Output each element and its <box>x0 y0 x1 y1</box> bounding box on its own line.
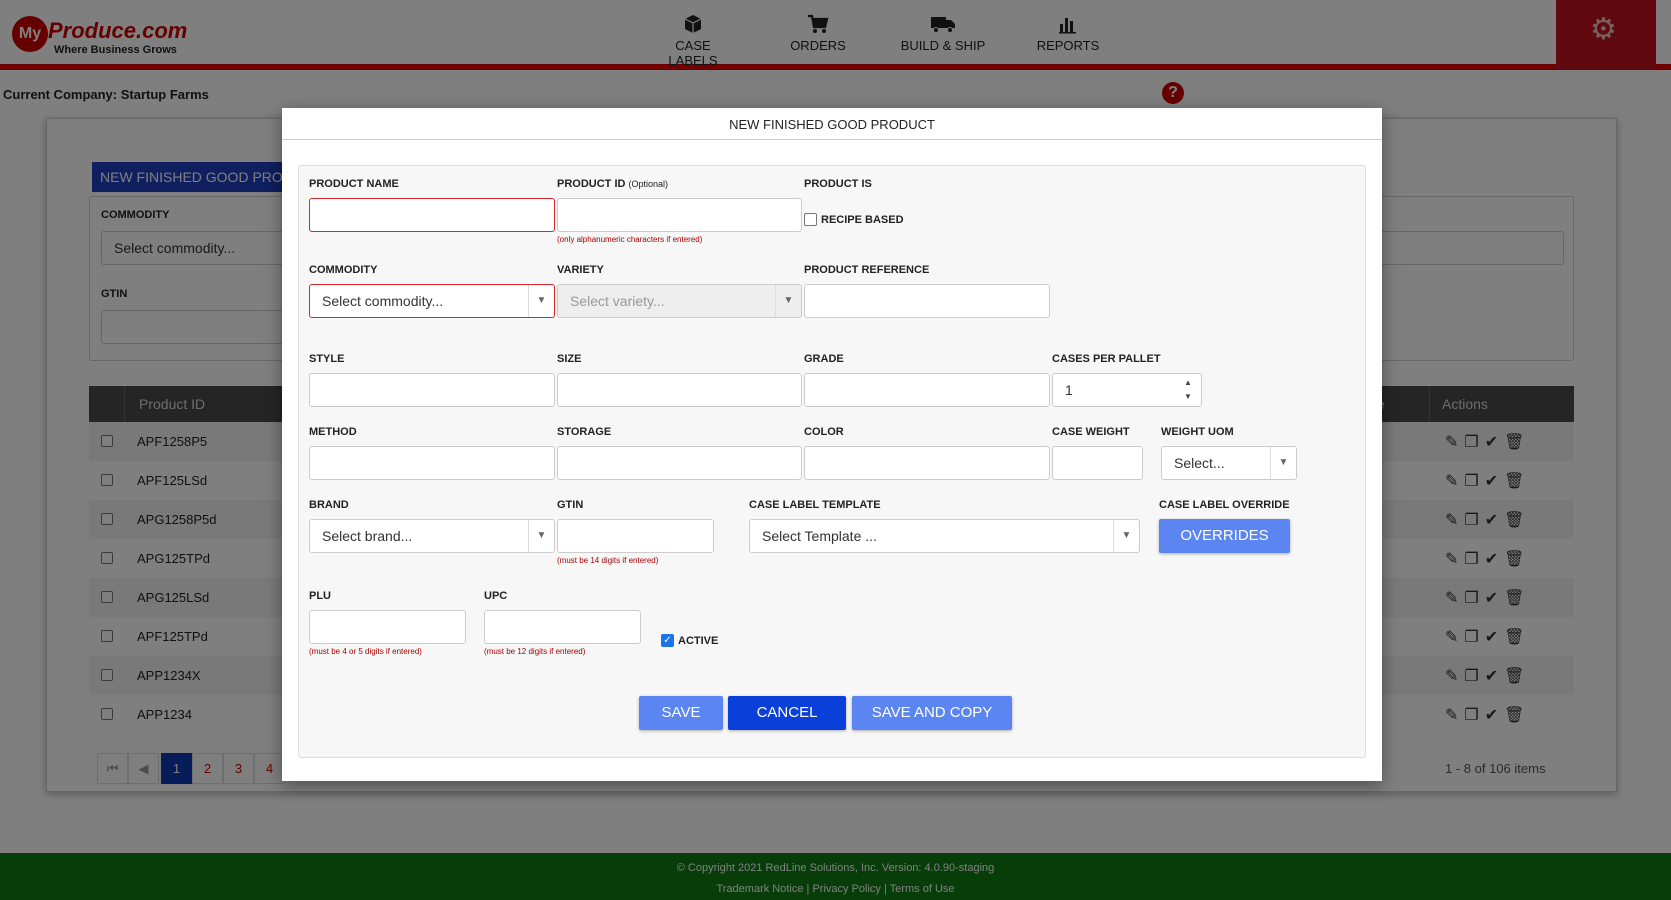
recipe-based-label: RECIPE BASED <box>821 214 904 226</box>
save-button[interactable]: SAVE <box>639 696 723 730</box>
method-input[interactable] <box>309 446 555 480</box>
case-label-override-label: CASE LABEL OVERRIDE <box>1159 499 1290 511</box>
size-label: SIZE <box>557 353 582 365</box>
case-label-template-value: Select Template ... <box>762 528 877 544</box>
style-input[interactable] <box>309 373 555 407</box>
upc-input[interactable] <box>484 610 641 644</box>
upc-hint: (must be 12 digits if entered) <box>484 647 586 656</box>
product-id-optional: (Optional) <box>628 179 669 189</box>
product-id-input[interactable] <box>557 198 802 232</box>
variety-label: VARIETY <box>557 264 604 276</box>
cases-per-pallet-value: 1 <box>1065 382 1073 398</box>
case-label-template-label: CASE LABEL TEMPLATE <box>749 499 881 511</box>
color-label: COLOR <box>804 426 844 438</box>
overrides-button[interactable]: OVERRIDES <box>1159 519 1290 553</box>
case-weight-label: CASE WEIGHT <box>1052 426 1130 438</box>
product-reference-input[interactable] <box>804 284 1050 318</box>
brand-label: BRAND <box>309 499 349 511</box>
plu-hint: (must be 4 or 5 digits if entered) <box>309 647 422 656</box>
cases-per-pallet-input[interactable]: 1 ▲ ▼ <box>1052 373 1202 407</box>
size-input[interactable] <box>557 373 802 407</box>
brand-select-value: Select brand... <box>322 528 413 544</box>
weight-uom-value: Select... <box>1174 455 1225 471</box>
product-name-label: PRODUCT NAME <box>309 178 399 190</box>
style-label: STYLE <box>309 353 345 365</box>
active-checkbox[interactable]: ✓ <box>661 634 674 647</box>
cancel-button[interactable]: CANCEL <box>728 696 846 730</box>
commodity-label: COMMODITY <box>309 264 378 276</box>
plu-label: PLU <box>309 590 331 602</box>
storage-input[interactable] <box>557 446 802 480</box>
commodity-select-value: Select commodity... <box>322 293 444 309</box>
stepper-arrows-icon[interactable]: ▲ ▼ <box>1175 374 1201 406</box>
brand-select[interactable]: Select brand... ▼ <box>309 519 555 553</box>
product-id-hint: (only alphanumeric characters if entered… <box>557 235 703 244</box>
plu-input[interactable] <box>309 610 466 644</box>
grade-label: GRADE <box>804 353 844 365</box>
recipe-based-checkbox[interactable] <box>804 213 817 226</box>
gtin-label: GTIN <box>557 499 584 511</box>
case-weight-input[interactable] <box>1052 446 1143 480</box>
weight-uom-label: WEIGHT UOM <box>1161 426 1234 438</box>
product-id-label: PRODUCT ID (Optional) <box>557 178 668 190</box>
color-input[interactable] <box>804 446 1050 480</box>
weight-uom-select[interactable]: Select... ▼ <box>1161 446 1297 480</box>
active-label: ACTIVE <box>678 635 719 647</box>
gtin-hint: (must be 14 digits if entered) <box>557 556 659 565</box>
product-is-label: PRODUCT IS <box>804 178 872 190</box>
product-id-label-text: PRODUCT ID <box>557 178 626 190</box>
chevron-down-icon: ▼ <box>528 520 554 552</box>
chevron-down-icon: ▼ <box>775 285 801 317</box>
case-label-template-select[interactable]: Select Template ... ▼ <box>749 519 1140 553</box>
upc-label: UPC <box>484 590 508 602</box>
method-label: METHOD <box>309 426 357 438</box>
commodity-select[interactable]: Select commodity... ▼ <box>309 284 555 318</box>
chevron-down-icon: ▼ <box>1270 447 1296 479</box>
storage-label: STORAGE <box>557 426 612 438</box>
product-reference-label: PRODUCT REFERENCE <box>804 264 930 276</box>
product-name-input[interactable] <box>309 198 555 232</box>
grade-input[interactable] <box>804 373 1050 407</box>
variety-select: Select variety... ▼ <box>557 284 802 318</box>
save-and-copy-button[interactable]: SAVE AND COPY <box>852 696 1012 730</box>
new-product-dialog: NEW FINISHED GOOD PRODUCT PRODUCT NAME P… <box>282 108 1382 781</box>
chevron-down-icon: ▼ <box>528 285 554 317</box>
dialog-form: PRODUCT NAME PRODUCT ID (Optional) (only… <box>298 165 1366 758</box>
chevron-down-icon: ▼ <box>1113 520 1139 552</box>
dialog-title: NEW FINISHED GOOD PRODUCT <box>282 108 1382 140</box>
gtin-input[interactable] <box>557 519 714 553</box>
cases-per-pallet-label: CASES PER PALLET <box>1052 353 1161 365</box>
variety-select-value: Select variety... <box>570 293 665 309</box>
